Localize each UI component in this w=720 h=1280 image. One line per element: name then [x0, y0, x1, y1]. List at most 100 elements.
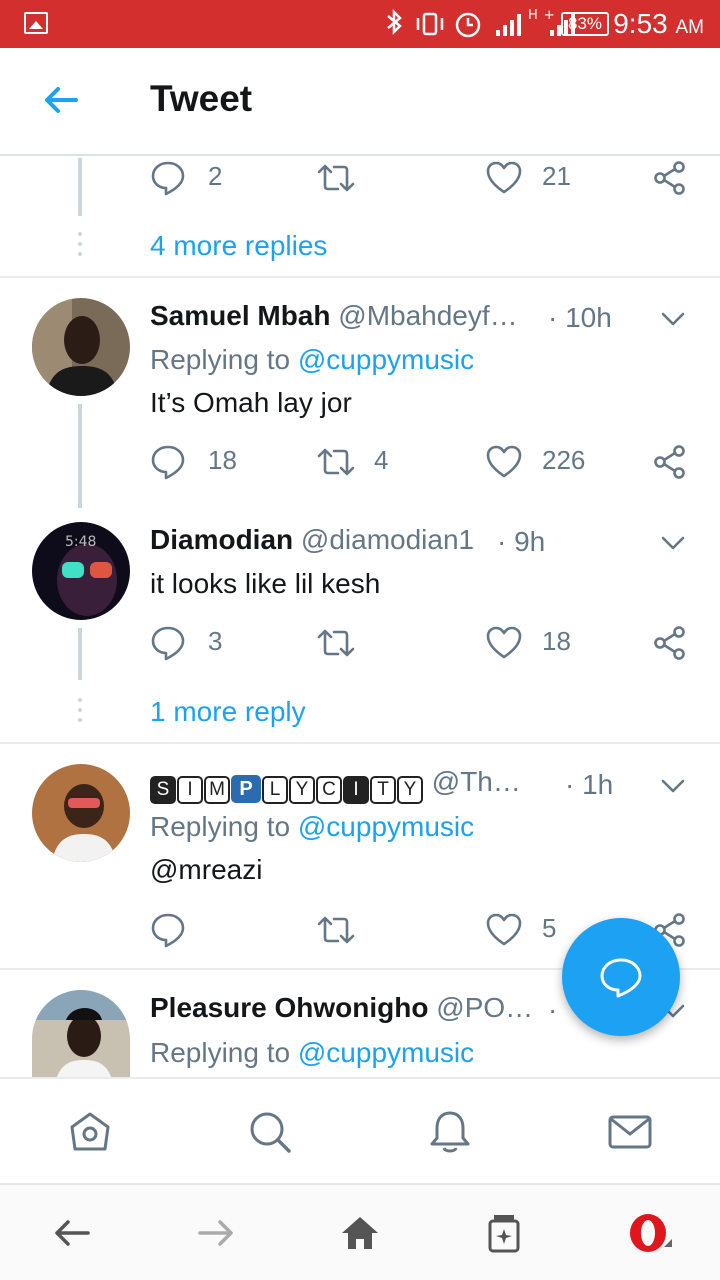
page-title: Tweet — [150, 78, 253, 119]
name-letter: I — [343, 776, 369, 804]
back-arrow-icon[interactable] — [40, 80, 80, 120]
tweet-author[interactable]: SIMPLYCITY @Th… — [150, 766, 521, 804]
name-letter: C — [316, 776, 342, 804]
like-action[interactable]: 21 — [486, 160, 586, 196]
share-icon — [654, 161, 685, 195]
retweet-count: 4 — [374, 445, 389, 475]
share-action[interactable] — [652, 444, 688, 480]
compose-reply-button[interactable] — [562, 918, 680, 1036]
reply-icon — [151, 445, 185, 480]
heart-icon — [486, 913, 522, 946]
reply-count: 2 — [208, 161, 223, 191]
name-letter: S — [150, 776, 176, 804]
reply-icon — [151, 626, 185, 661]
like-action[interactable]: 5 — [486, 912, 566, 948]
tweet-time: · 10h — [548, 302, 612, 333]
clock: 9:53 AM — [613, 8, 704, 40]
bottom-tab-bar — [0, 1077, 720, 1183]
reply-bubble-icon — [600, 958, 642, 998]
replying-to: Replying to @cuppymusic — [150, 1037, 474, 1069]
reply-icon — [151, 161, 185, 196]
notifications-tab-icon[interactable] — [427, 1109, 473, 1155]
gallery-notification-icon — [24, 12, 48, 34]
tweet-time: · — [548, 994, 558, 1025]
retweet-action[interactable] — [316, 625, 376, 661]
tweet-time: · 9h — [497, 526, 546, 557]
author-name: Pleasure Ohwonigho — [150, 992, 429, 1023]
tweet-author[interactable]: Diamodian @diamodian1 — [150, 524, 474, 556]
reply-action[interactable]: 18 — [150, 444, 250, 480]
tweet-author[interactable]: Samuel Mbah @Mbahdeyf… — [150, 300, 518, 332]
replying-prefix: Replying to — [150, 1037, 298, 1068]
like-count: 5 — [542, 913, 557, 943]
like-action[interactable]: 18 — [486, 625, 586, 661]
thread-line — [78, 628, 82, 680]
name-letter: P — [231, 775, 261, 803]
retweet-icon — [317, 629, 355, 657]
reply-action[interactable] — [150, 912, 210, 948]
chevron-down-icon[interactable] — [660, 306, 686, 332]
author-name: Diamodian — [150, 524, 294, 555]
more-replies-link[interactable]: 1 more reply — [150, 696, 306, 728]
like-action[interactable]: 226 — [486, 444, 596, 480]
retweet-action[interactable]: 4 — [316, 444, 396, 480]
thread-line — [78, 404, 82, 508]
name-letter: Y — [289, 776, 315, 804]
like-count: 18 — [542, 626, 571, 656]
replying-to: Replying to @cuppymusic — [150, 344, 474, 376]
tweet-text: It’s Omah lay jor — [150, 387, 352, 418]
search-tab-icon[interactable] — [247, 1109, 293, 1155]
opera-menu-icon[interactable] — [628, 1213, 676, 1253]
retweet-action[interactable] — [316, 912, 376, 948]
avatar-clock: 5:48 — [65, 534, 96, 550]
retweet-icon — [317, 164, 355, 192]
name-letter: L — [262, 776, 288, 804]
avatar[interactable] — [32, 990, 130, 1077]
avatar[interactable] — [32, 764, 130, 862]
tweet-text-mention[interactable]: @mreazi — [150, 854, 262, 886]
browser-nav-bar — [0, 1183, 720, 1280]
more-replies-link[interactable]: 4 more replies — [150, 230, 327, 262]
author-handle: @diamodian1 — [300, 524, 475, 555]
home-tab-icon[interactable] — [67, 1109, 113, 1155]
retweet-action[interactable] — [316, 160, 376, 196]
replying-to-link[interactable]: @cuppymusic — [298, 811, 474, 842]
share-action[interactable] — [652, 160, 688, 196]
retweet-icon — [317, 448, 355, 476]
reply-count: 18 — [208, 445, 237, 475]
reply-icon — [151, 913, 185, 948]
replying-to-link[interactable]: @cuppymusic — [298, 1037, 474, 1068]
retweet-icon — [317, 916, 355, 944]
tweet-author[interactable]: Pleasure Ohwonigho @PO… — [150, 992, 533, 1024]
author-handle: @Mbahdeyf… — [338, 300, 518, 331]
heart-icon — [486, 445, 522, 478]
author-name: Samuel Mbah — [150, 300, 331, 331]
share-icon — [654, 626, 685, 660]
name-letter: M — [204, 776, 230, 804]
replying-to-link[interactable]: @cuppymusic — [298, 344, 474, 375]
replying-prefix: Replying to — [150, 811, 298, 842]
thread-dots — [78, 698, 82, 728]
tweet-time: · 1h — [565, 769, 614, 800]
replying-to: Replying to @cuppymusic — [150, 811, 474, 843]
browser-forward-icon[interactable] — [196, 1213, 236, 1253]
svg-text:H+: H+ — [528, 8, 561, 23]
name-letter: T — [370, 776, 396, 804]
author-handle: @Th… — [431, 766, 521, 797]
chevron-down-icon[interactable] — [660, 773, 686, 799]
reply-action[interactable]: 3 — [150, 625, 240, 661]
reply-action[interactable]: 2 — [150, 160, 240, 196]
browser-home-icon[interactable] — [340, 1213, 380, 1253]
divider — [0, 742, 720, 744]
share-action[interactable] — [652, 625, 688, 661]
tweet-text: it looks like lil kesh — [150, 568, 381, 599]
clock-time: 9:53 — [613, 8, 668, 39]
avatar[interactable] — [32, 298, 130, 396]
browser-tabs-icon[interactable] — [484, 1213, 524, 1253]
browser-back-icon[interactable] — [52, 1213, 92, 1253]
author-name-badges: SIMPLYCITY — [150, 770, 424, 804]
like-count: 226 — [542, 445, 586, 475]
messages-tab-icon[interactable] — [607, 1109, 653, 1155]
chevron-down-icon[interactable] — [660, 530, 686, 556]
avatar[interactable]: 5:48 — [32, 522, 130, 620]
